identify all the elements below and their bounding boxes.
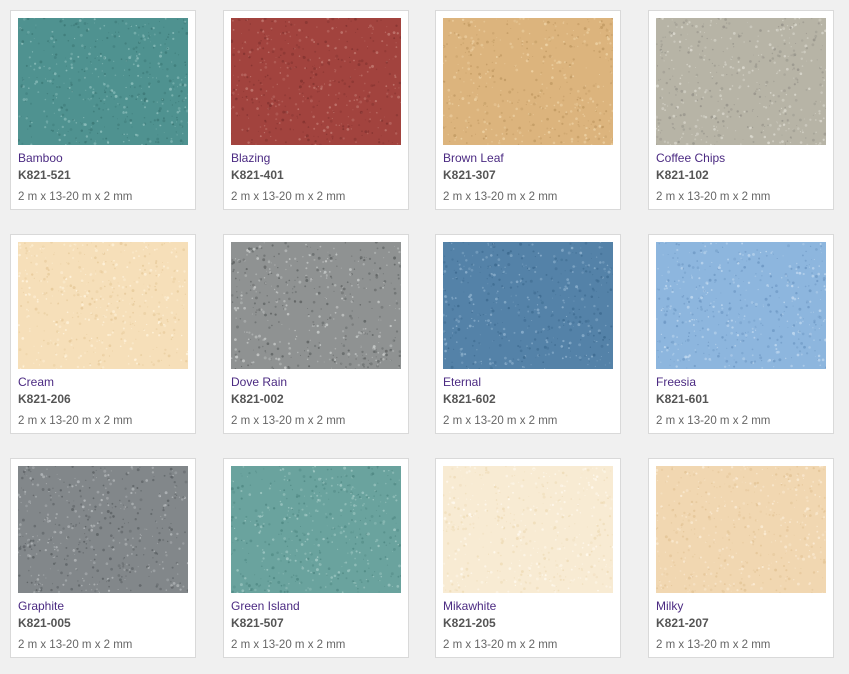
swatch-texture	[656, 466, 826, 593]
swatch-texture	[656, 242, 826, 369]
product-card[interactable]: Graphite K821-005 2 m x 13-20 m x 2 mm	[10, 458, 196, 658]
product-dimensions: 2 m x 13-20 m x 2 mm	[656, 639, 771, 651]
swatch-texture	[18, 466, 188, 593]
product-name[interactable]: Milky	[656, 599, 683, 613]
product-code: K821-601	[656, 392, 709, 406]
product-dimensions: 2 m x 13-20 m x 2 mm	[18, 415, 133, 427]
swatch-texture	[18, 242, 188, 369]
product-code: K821-206	[18, 392, 71, 406]
swatch-image[interactable]	[231, 242, 401, 369]
product-dimensions: 2 m x 13-20 m x 2 mm	[443, 639, 558, 651]
swatch-texture	[443, 466, 613, 593]
product-code: K821-002	[231, 392, 284, 406]
product-code: K821-401	[231, 168, 284, 182]
product-name[interactable]: Green Island	[231, 599, 300, 613]
swatch-texture	[443, 18, 613, 145]
swatch-texture	[231, 466, 401, 593]
product-card[interactable]: Bamboo K821-521 2 m x 13-20 m x 2 mm	[10, 10, 196, 210]
swatch-image[interactable]	[656, 466, 826, 593]
product-dimensions: 2 m x 13-20 m x 2 mm	[443, 415, 558, 427]
product-dimensions: 2 m x 13-20 m x 2 mm	[231, 639, 346, 651]
product-code: K821-207	[656, 616, 709, 630]
product-name[interactable]: Mikawhite	[443, 599, 496, 613]
product-code: K821-602	[443, 392, 496, 406]
swatch-texture	[231, 242, 401, 369]
product-card[interactable]: Milky K821-207 2 m x 13-20 m x 2 mm	[648, 458, 834, 658]
product-name[interactable]: Freesia	[656, 375, 696, 389]
product-name[interactable]: Cream	[18, 375, 54, 389]
product-code: K821-507	[231, 616, 284, 630]
product-dimensions: 2 m x 13-20 m x 2 mm	[443, 191, 558, 203]
swatch-texture	[231, 18, 401, 145]
product-card[interactable]: Eternal K821-602 2 m x 13-20 m x 2 mm	[435, 234, 621, 434]
swatch-texture	[443, 242, 613, 369]
product-name[interactable]: Brown Leaf	[443, 151, 504, 165]
product-dimensions: 2 m x 13-20 m x 2 mm	[231, 191, 346, 203]
product-card[interactable]: Coffee Chips K821-102 2 m x 13-20 m x 2 …	[648, 10, 834, 210]
swatch-image[interactable]	[656, 242, 826, 369]
swatch-texture	[18, 18, 188, 145]
product-name[interactable]: Blazing	[231, 151, 270, 165]
product-code: K821-521	[18, 168, 71, 182]
product-name[interactable]: Bamboo	[18, 151, 63, 165]
product-name[interactable]: Eternal	[443, 375, 481, 389]
product-code: K821-005	[18, 616, 71, 630]
product-card[interactable]: Freesia K821-601 2 m x 13-20 m x 2 mm	[648, 234, 834, 434]
swatch-image[interactable]	[18, 18, 188, 145]
swatch-image[interactable]	[443, 18, 613, 145]
swatch-image[interactable]	[231, 466, 401, 593]
product-name[interactable]: Graphite	[18, 599, 64, 613]
product-name[interactable]: Dove Rain	[231, 375, 287, 389]
product-card[interactable]: Mikawhite K821-205 2 m x 13-20 m x 2 mm	[435, 458, 621, 658]
swatch-image[interactable]	[443, 466, 613, 593]
swatch-image[interactable]	[18, 466, 188, 593]
product-code: K821-102	[656, 168, 709, 182]
product-code: K821-307	[443, 168, 496, 182]
product-name[interactable]: Coffee Chips	[656, 151, 725, 165]
product-card[interactable]: Cream K821-206 2 m x 13-20 m x 2 mm	[10, 234, 196, 434]
product-dimensions: 2 m x 13-20 m x 2 mm	[18, 639, 133, 651]
swatch-image[interactable]	[656, 18, 826, 145]
swatch-texture	[656, 18, 826, 145]
product-card[interactable]: Green Island K821-507 2 m x 13-20 m x 2 …	[223, 458, 409, 658]
product-grid: Bamboo K821-521 2 m x 13-20 m x 2 mm Bla…	[0, 0, 849, 674]
swatch-image[interactable]	[18, 242, 188, 369]
swatch-image[interactable]	[443, 242, 613, 369]
product-card[interactable]: Dove Rain K821-002 2 m x 13-20 m x 2 mm	[223, 234, 409, 434]
product-dimensions: 2 m x 13-20 m x 2 mm	[656, 191, 771, 203]
swatch-image[interactable]	[231, 18, 401, 145]
product-card[interactable]: Brown Leaf K821-307 2 m x 13-20 m x 2 mm	[435, 10, 621, 210]
product-dimensions: 2 m x 13-20 m x 2 mm	[656, 415, 771, 427]
product-dimensions: 2 m x 13-20 m x 2 mm	[18, 191, 133, 203]
product-code: K821-205	[443, 616, 496, 630]
product-card[interactable]: Blazing K821-401 2 m x 13-20 m x 2 mm	[223, 10, 409, 210]
product-dimensions: 2 m x 13-20 m x 2 mm	[231, 415, 346, 427]
